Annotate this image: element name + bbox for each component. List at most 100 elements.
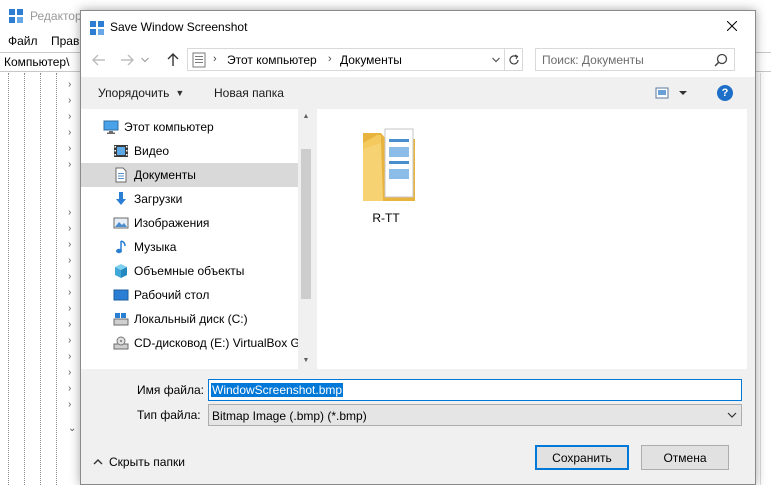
tree-expand-icon[interactable]: › <box>68 287 71 298</box>
tree-collapse-icon[interactable]: ⌄ <box>68 423 76 434</box>
documents-icon <box>115 167 127 183</box>
tree-expand-icon[interactable]: › <box>68 255 71 266</box>
nav-item-label: CD-дисковод (E:) VirtualBox Gu <box>134 336 307 350</box>
nav-item-label: Объемные объекты <box>134 264 245 278</box>
search-box <box>535 48 735 71</box>
refresh-icon <box>509 53 519 64</box>
nav-item-documents[interactable]: Документы <box>81 163 298 187</box>
back-button[interactable] <box>89 50 109 70</box>
address-dropdown-button[interactable] <box>489 52 503 68</box>
dialog-title: Save Window Screenshot <box>110 20 248 34</box>
nav-item-label: Музыка <box>134 240 177 254</box>
nav-item-label: Документы <box>134 168 196 182</box>
breadcrumb-separator[interactable]: › <box>328 53 332 65</box>
nav-item-local-disk[interactable]: Локальный диск (C:) <box>81 307 298 331</box>
refresh-button[interactable] <box>504 49 523 70</box>
file-item-label: R-TT <box>372 211 400 225</box>
menu-edit[interactable]: Прав <box>51 34 79 48</box>
filetype-row: Тип файла: Bitmap Image (.bmp) (*.bmp) <box>81 404 755 426</box>
tree-expand-icon[interactable]: › <box>68 303 71 314</box>
tree-expand-icon[interactable]: › <box>68 383 71 394</box>
tree-expand-icon[interactable]: › <box>68 111 71 122</box>
file-list-pane: R-TT <box>317 109 747 369</box>
nav-item-downloads[interactable]: Загрузки <box>81 187 298 211</box>
menu-file[interactable]: Файл <box>8 34 38 48</box>
navigation-bar: › Этот компьютер › Документы <box>81 43 755 77</box>
tree-expand-icon[interactable]: › <box>68 351 71 362</box>
chevron-down-icon <box>492 57 500 63</box>
tree-expand-icon[interactable]: › <box>68 239 71 250</box>
tree-expand-icon[interactable]: › <box>68 223 71 234</box>
nav-item-cd-drive[interactable]: CD-дисковод (E:) VirtualBox Gu <box>81 331 307 355</box>
folder-icon <box>363 128 415 201</box>
tree-expand-icon[interactable]: › <box>68 271 71 282</box>
filetype-value: Bitmap Image (.bmp) (*.bmp) <box>212 409 367 423</box>
forward-button[interactable] <box>117 50 137 70</box>
filetype-select[interactable]: Bitmap Image (.bmp) (*.bmp) <box>208 404 742 426</box>
tree-line <box>40 73 41 485</box>
nav-item-label: Рабочий стол <box>134 288 210 302</box>
change-view-button[interactable] <box>653 85 693 101</box>
filename-label: Имя файла: <box>137 383 204 397</box>
tree-expand-icon[interactable]: › <box>68 335 71 346</box>
new-folder-button[interactable]: Новая папка <box>214 86 284 100</box>
nav-item-desktop[interactable]: Рабочий стол <box>81 283 298 307</box>
file-item-r-tt[interactable]: R-TT <box>345 119 427 225</box>
music-icon <box>116 240 126 254</box>
organize-button[interactable]: Упорядочить ▼ <box>98 86 184 100</box>
view-options-icon <box>655 87 687 99</box>
dialog-title-bar: Save Window Screenshot <box>81 11 755 43</box>
address-bar[interactable]: › Этот компьютер › Документы <box>187 48 523 71</box>
tree-expand-icon[interactable]: › <box>68 319 71 330</box>
tree-expand-icon[interactable]: › <box>68 143 71 154</box>
nav-item-label: Загрузки <box>134 192 183 206</box>
hide-folders-button[interactable]: Скрыть папки <box>93 455 185 471</box>
arrow-right-icon <box>121 54 134 66</box>
scrollbar-thumb[interactable] <box>301 149 311 299</box>
filename-input[interactable]: WindowScreenshot.bmp <box>208 379 742 401</box>
nav-item-label: Видео <box>134 144 170 158</box>
breadcrumb-documents[interactable]: Документы <box>340 53 402 67</box>
nav-item-this-pc[interactable]: Этот компьютер <box>81 115 298 139</box>
search-icon[interactable] <box>714 53 728 67</box>
dialog-app-icon <box>90 21 104 35</box>
arrow-left-icon <box>92 54 105 66</box>
tree-expand-icon[interactable]: › <box>68 159 71 170</box>
tree-expand-icon[interactable]: › <box>68 207 71 218</box>
tree-expand-icon[interactable]: › <box>68 367 71 378</box>
pictures-icon <box>113 217 129 229</box>
nav-item-pictures[interactable]: Изображения <box>81 211 298 235</box>
background-tree: › › › › › › › › › › › › › › › › › › › ⌄ <box>0 73 80 485</box>
tree-expand-icon[interactable]: › <box>68 95 71 106</box>
tree-expand-icon[interactable]: › <box>68 399 71 410</box>
recent-locations-button[interactable] <box>139 50 151 70</box>
breadcrumb-this-pc[interactable]: Этот компьютер <box>227 53 317 67</box>
cd-drive-icon <box>113 336 129 350</box>
nav-item-3d-objects[interactable]: Объемные объекты <box>81 259 298 283</box>
organize-label: Упорядочить <box>98 86 170 100</box>
location-icon <box>192 52 206 68</box>
scroll-down-icon[interactable]: ▼ <box>302 357 310 365</box>
cancel-button[interactable]: Отмена <box>641 445 729 470</box>
filename-row: Имя файла: WindowScreenshot.bmp <box>81 379 755 401</box>
tree-expand-icon[interactable]: › <box>68 127 71 138</box>
tree-expand-icon[interactable]: › <box>68 79 71 90</box>
nav-item-video[interactable]: Видео <box>81 139 298 163</box>
breadcrumb-separator[interactable]: › <box>213 53 217 65</box>
save-button[interactable]: Сохранить <box>535 445 629 470</box>
close-icon <box>727 21 737 31</box>
nav-item-music[interactable]: Музыка <box>81 235 298 259</box>
video-icon <box>114 145 128 157</box>
nav-scrollbar[interactable]: ▲ ▼ <box>298 109 314 369</box>
help-button[interactable]: ? <box>717 85 733 101</box>
search-input[interactable] <box>542 52 707 68</box>
arrow-up-icon <box>167 53 179 66</box>
filename-value: WindowScreenshot.bmp <box>211 383 344 397</box>
hide-folders-label: Скрыть папки <box>109 455 185 469</box>
up-button[interactable] <box>163 50 183 70</box>
chevron-down-icon <box>141 57 149 63</box>
scroll-up-icon[interactable]: ▲ <box>302 113 310 121</box>
close-button[interactable] <box>709 11 755 41</box>
tree-line <box>24 73 25 485</box>
computer-icon <box>103 120 119 134</box>
